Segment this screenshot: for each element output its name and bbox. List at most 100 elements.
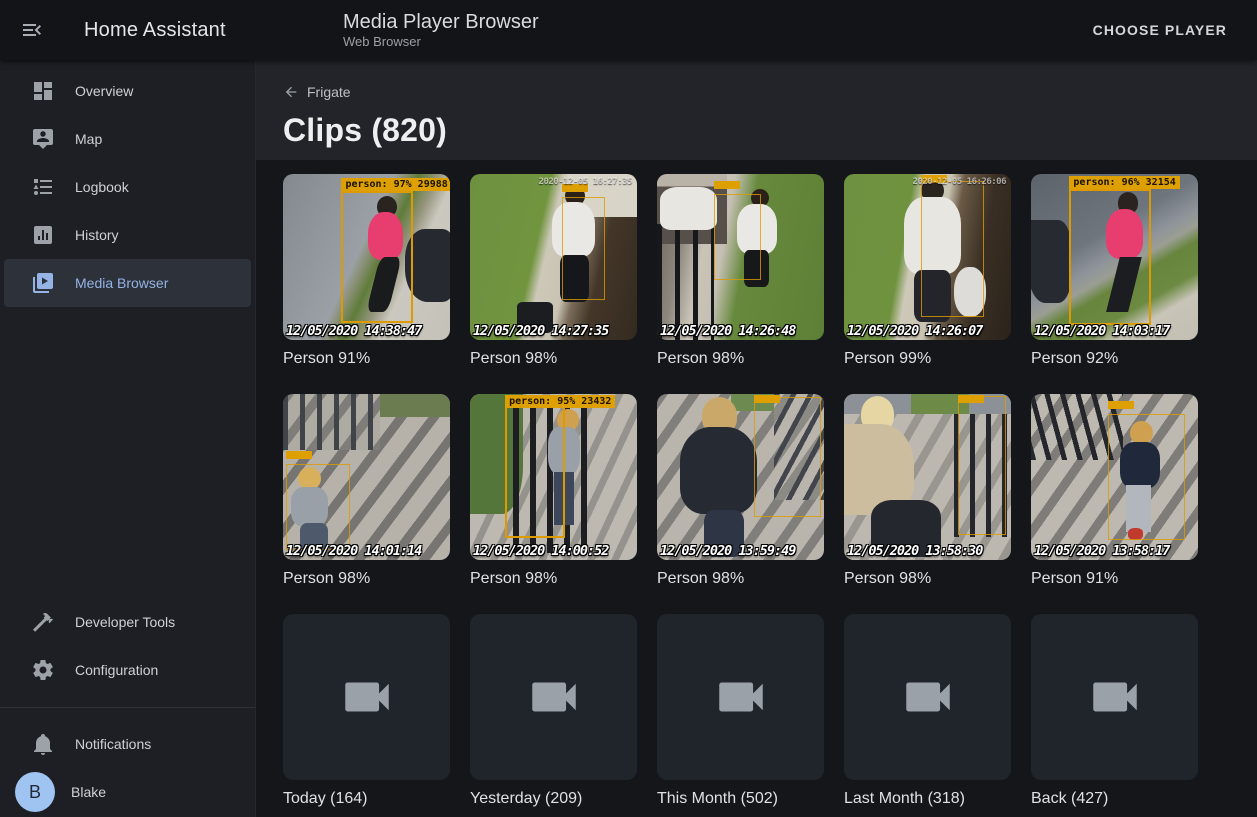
photo-shape — [660, 187, 717, 230]
clip-caption: Person 91% — [1031, 569, 1198, 588]
folder-thumbnail[interactable] — [470, 614, 637, 780]
clip-caption: Person 98% — [470, 349, 637, 368]
bell-icon — [31, 732, 55, 756]
clip-card[interactable]: person: 96% 32154 12/05/2020 14:03:17 Pe… — [1031, 174, 1198, 368]
clip-thumbnail[interactable]: 12/05/2020 13:58:30 — [844, 394, 1011, 560]
sidebar-item-history[interactable]: History — [4, 211, 251, 259]
clip-card[interactable]: 12/05/2020 14:01:14 Person 98% — [283, 394, 450, 588]
camera-timestamp: 12/05/2020 14:26:48 — [660, 323, 795, 339]
sidebar-toggle-button[interactable] — [20, 18, 44, 42]
detection-box — [286, 464, 349, 550]
sidebar-item-label: Map — [75, 131, 102, 147]
clip-thumbnail[interactable]: 2020-12-05 16:27:35 12/05/2020 14:27:35 — [470, 174, 637, 340]
panel-title: Media Player Browser — [343, 11, 539, 34]
sidebar: Overview Map Logbook History Media Brows… — [0, 60, 256, 817]
detection-box — [341, 191, 413, 324]
video-camera-icon — [899, 668, 957, 726]
camera-timestamp: 12/05/2020 14:38:47 — [286, 323, 421, 339]
clip-card[interactable]: person: 97% 29988 12/05/2020 14:38:47 Pe… — [283, 174, 450, 368]
folder-thumbnail[interactable] — [283, 614, 450, 780]
clip-card[interactable]: 12/05/2020 13:58:30 Person 98% — [844, 394, 1011, 588]
breadcrumb-back-link[interactable]: Frigate — [283, 84, 351, 100]
sidebar-item-label: Logbook — [75, 179, 129, 195]
clips-grid: person: 97% 29988 12/05/2020 14:38:47 Pe… — [283, 174, 1257, 808]
folder-card[interactable]: Last Month (318) — [844, 614, 1011, 808]
sidebar-item-configuration[interactable]: Configuration — [4, 646, 251, 694]
sidebar-item-label: Media Browser — [75, 275, 168, 291]
folder-thumbnail[interactable] — [844, 614, 1011, 780]
panel-title-block: Media Player Browser Web Browser — [343, 11, 539, 50]
panel-subtitle: Web Browser — [343, 34, 539, 50]
dashboard-icon — [31, 79, 55, 103]
sidebar-item-label: History — [75, 227, 119, 243]
clip-thumbnail[interactable]: person: 95% 23432 12/05/2020 14:00:52 — [470, 394, 637, 560]
folder-card[interactable]: Yesterday (209) — [470, 614, 637, 808]
folder-thumbnail[interactable] — [657, 614, 824, 780]
detection-label: person: 95% 23432 — [505, 395, 615, 408]
camera-timestamp: 12/05/2020 14:26:07 — [847, 323, 982, 339]
clip-thumbnail[interactable]: person: 97% 29988 12/05/2020 14:38:47 — [283, 174, 450, 340]
user-name-label: Blake — [71, 784, 106, 800]
detection-box — [714, 194, 761, 280]
camera-timestamp: 12/05/2020 14:03:17 — [1034, 323, 1169, 339]
gear-icon — [31, 658, 55, 682]
play-box-multiple-icon — [31, 271, 55, 295]
detection-label — [958, 395, 984, 403]
camera-timestamp: 12/05/2020 13:59:49 — [660, 543, 795, 559]
list-bulleted-icon — [31, 175, 55, 199]
clip-thumbnail[interactable]: 12/05/2020 13:59:49 — [657, 394, 824, 560]
sidebar-item-label: Notifications — [75, 736, 151, 752]
clip-caption: Person 98% — [470, 569, 637, 588]
clip-thumbnail[interactable]: 12/05/2020 14:01:14 — [283, 394, 450, 560]
detection-box — [562, 197, 605, 300]
clip-caption: Person 92% — [1031, 349, 1198, 368]
user-avatar: B — [15, 772, 55, 812]
choose-player-button[interactable]: CHOOSE PLAYER — [1085, 14, 1235, 46]
sidebar-bottom-section: Developer Tools Configuration Notificati… — [0, 598, 255, 816]
detection-label: person: 96% 32154 — [1069, 176, 1179, 189]
detection-label — [714, 181, 740, 189]
detection-box — [505, 404, 565, 538]
detection-label — [286, 451, 312, 459]
detection-box — [754, 397, 821, 517]
hammer-icon — [31, 610, 55, 634]
sidebar-item-media-browser[interactable]: Media Browser — [4, 259, 251, 307]
topbar-panel-section: Media Player Browser Web Browser CHOOSE … — [256, 0, 1257, 60]
sidebar-item-map[interactable]: Map — [4, 115, 251, 163]
sidebar-item-label: Configuration — [75, 662, 158, 678]
tooltip-account-icon — [31, 127, 55, 151]
clip-caption: Person 98% — [657, 569, 824, 588]
clip-card[interactable]: 12/05/2020 13:58:17 Person 91% — [1031, 394, 1198, 588]
folder-caption: Last Month (318) — [844, 789, 1011, 808]
clip-card[interactable]: 2020-12-05 16:27:35 12/05/2020 14:27:35 … — [470, 174, 637, 368]
folder-card[interactable]: Today (164) — [283, 614, 450, 808]
clip-thumbnail[interactable]: 12/05/2020 14:26:48 — [657, 174, 824, 340]
detection-box — [958, 396, 1006, 535]
clip-thumbnail[interactable]: 2020-12-05 16:26:06 12/05/2020 14:26:07 — [844, 174, 1011, 340]
detection-label — [1108, 401, 1134, 409]
folder-card[interactable]: Back (427) — [1031, 614, 1198, 808]
sidebar-item-notifications[interactable]: Notifications — [4, 720, 251, 768]
clip-card[interactable]: 12/05/2020 14:26:48 Person 98% — [657, 174, 824, 368]
clip-card[interactable]: 2020-12-05 16:26:06 12/05/2020 14:26:07 … — [844, 174, 1011, 368]
sidebar-item-user[interactable]: B Blake — [4, 768, 251, 816]
detection-label — [754, 395, 780, 403]
folder-card[interactable]: This Month (502) — [657, 614, 824, 808]
clip-caption: Person 91% — [283, 349, 450, 368]
sidebar-item-developer-tools[interactable]: Developer Tools — [4, 598, 251, 646]
sidebar-item-label: Overview — [75, 83, 133, 99]
clip-thumbnail[interactable]: 12/05/2020 13:58:17 — [1031, 394, 1198, 560]
clip-caption: Person 98% — [844, 569, 1011, 588]
detection-label: person: 97% 29988 — [341, 178, 450, 191]
arrow-left-icon — [283, 84, 299, 100]
video-camera-icon — [525, 668, 583, 726]
camera-timestamp: 12/05/2020 14:01:14 — [286, 543, 421, 559]
sidebar-item-overview[interactable]: Overview — [4, 67, 251, 115]
clip-thumbnail[interactable]: person: 96% 32154 12/05/2020 14:03:17 — [1031, 174, 1198, 340]
folder-thumbnail[interactable] — [1031, 614, 1198, 780]
clip-card[interactable]: person: 95% 23432 12/05/2020 14:00:52 Pe… — [470, 394, 637, 588]
top-app-bar: Home Assistant Media Player Browser Web … — [0, 0, 1257, 60]
sidebar-item-logbook[interactable]: Logbook — [4, 163, 251, 211]
clip-card[interactable]: 12/05/2020 13:59:49 Person 98% — [657, 394, 824, 588]
detection-box — [921, 181, 984, 317]
